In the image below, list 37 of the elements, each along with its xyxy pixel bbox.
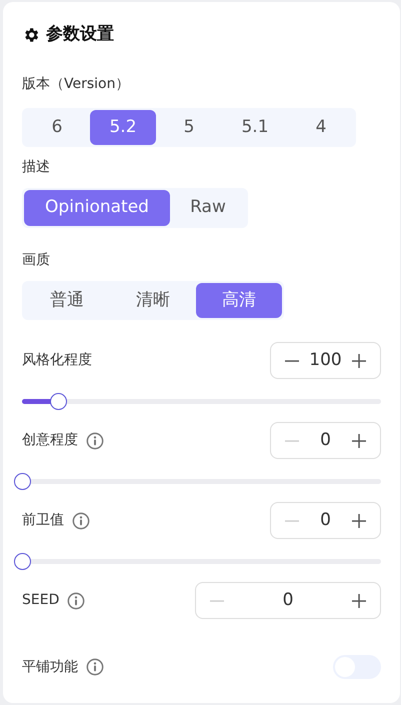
segment-option[interactable]: 5.2 <box>90 110 156 145</box>
field-label: SEED <box>22 591 60 610</box>
segment-option[interactable]: 6 <box>24 110 90 145</box>
info-icon[interactable] <box>72 512 90 530</box>
field-label: 创意程度 <box>22 431 78 450</box>
stepper-value: 0 <box>320 508 331 532</box>
plus-icon[interactable] <box>350 512 367 528</box>
info-icon[interactable] <box>67 592 86 610</box>
segment-option[interactable]: 5.1 <box>222 110 288 145</box>
field-label: 版本（Version） <box>22 74 130 94</box>
field-label: 平铺功能 <box>22 658 78 676</box>
slider[interactable] <box>14 553 381 570</box>
number-stepper[interactable]: 0 <box>195 582 381 619</box>
field-label: 画质 <box>22 250 51 270</box>
field-label: 前卫值 <box>22 511 64 530</box>
plus-icon[interactable] <box>350 432 367 448</box>
number-stepper[interactable]: 100 <box>270 342 381 379</box>
field-label: 描述 <box>22 158 51 177</box>
segment-option[interactable]: 普通 <box>24 282 110 318</box>
panel-title: 参数设置 <box>46 23 114 46</box>
segment-option[interactable]: 高清 <box>196 282 282 318</box>
stepper-value: 0 <box>282 588 294 612</box>
stepper-value: 0 <box>320 428 331 452</box>
stepper-value: 100 <box>309 348 342 372</box>
number-stepper[interactable]: 0 <box>270 502 381 539</box>
plus-icon[interactable] <box>350 352 367 368</box>
info-icon[interactable] <box>86 432 104 450</box>
field-label: 风格化程度 <box>22 351 92 370</box>
slider[interactable] <box>14 473 381 490</box>
number-stepper[interactable]: 0 <box>270 422 381 459</box>
segment-option[interactable]: 清晰 <box>110 282 196 318</box>
info-icon[interactable] <box>86 658 104 676</box>
segment-option[interactable]: Raw <box>170 190 246 226</box>
plus-icon[interactable] <box>350 592 367 608</box>
segment-option[interactable]: Opinionated <box>24 190 170 226</box>
segment-option[interactable]: 4 <box>288 110 354 145</box>
segment-option[interactable]: 5 <box>156 110 222 145</box>
